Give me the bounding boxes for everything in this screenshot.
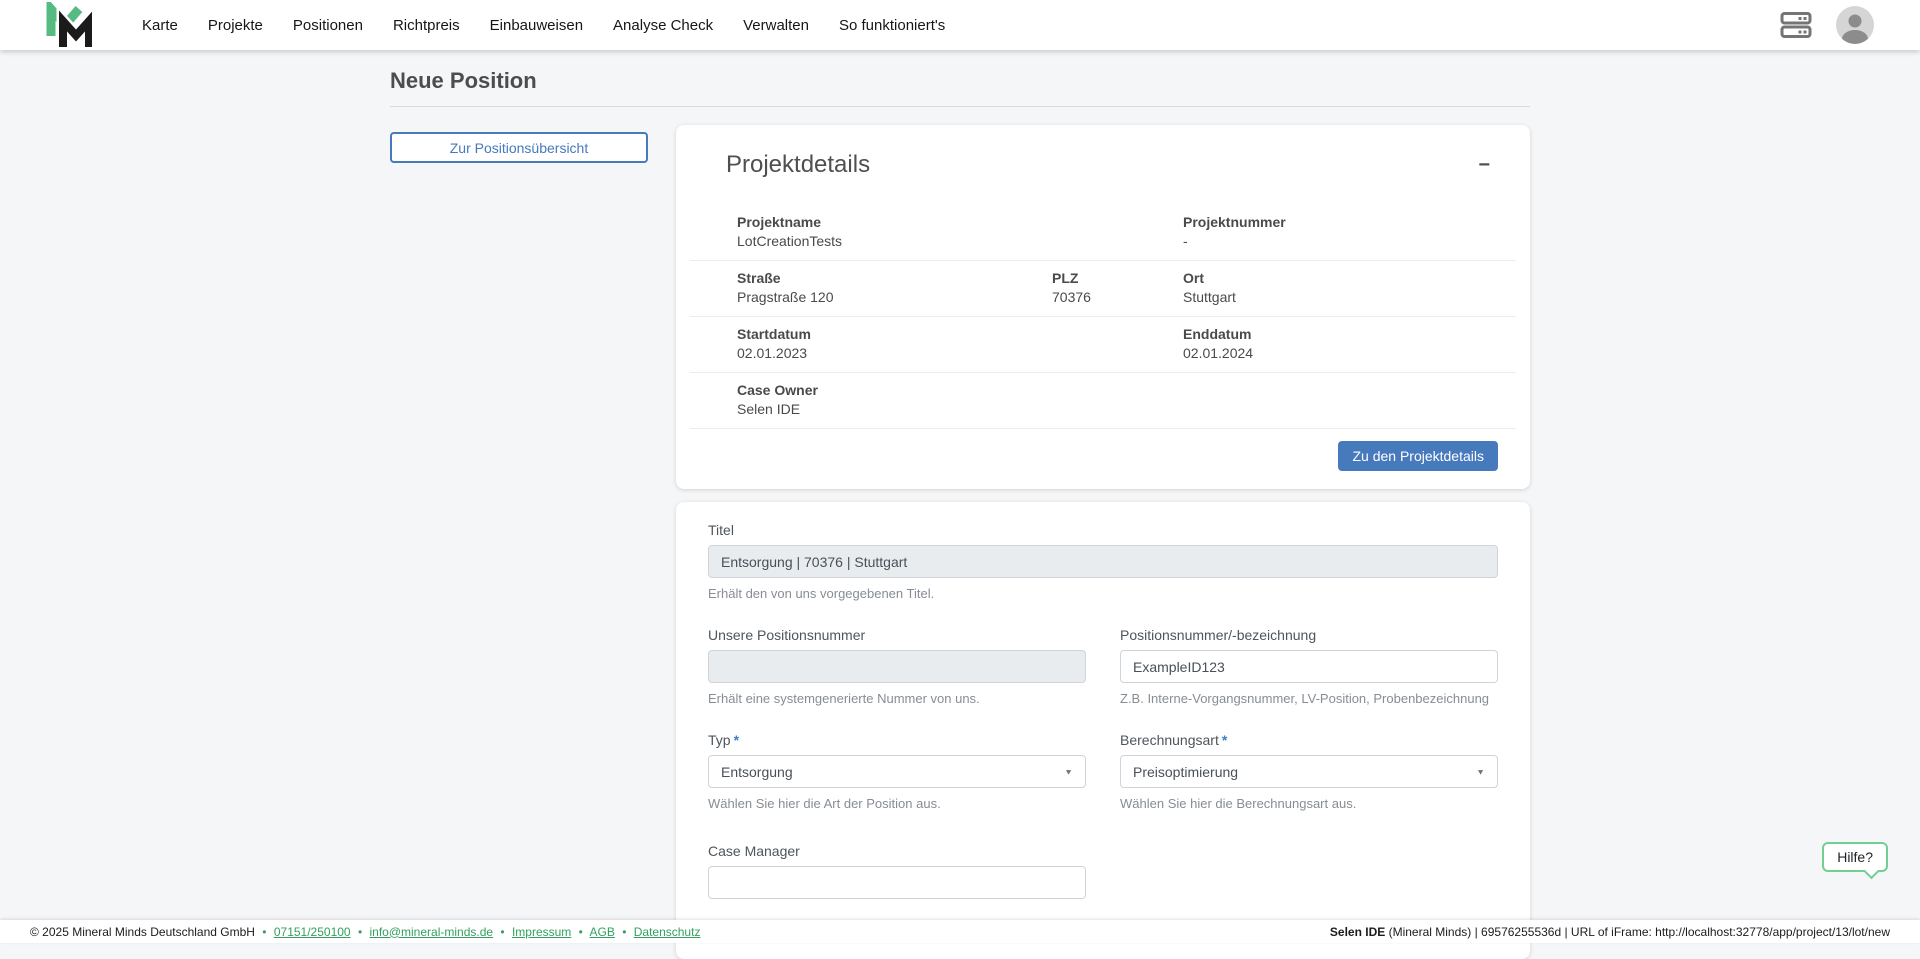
nav-item-richtpreis[interactable]: Richtpreis [393, 17, 460, 34]
storage-icon[interactable] [1780, 11, 1812, 39]
page-title: Neue Position [390, 68, 1530, 94]
project-details-card: Projektdetails − Projektname LotCreation… [676, 125, 1530, 489]
positionsnummer-label: Positionsnummer/-bezeichnung [1120, 627, 1498, 643]
footer-link-datenschutz[interactable]: Datenschutz [634, 925, 701, 939]
main-content: Neue Position Zur Positionsübersicht Pro… [390, 0, 1530, 959]
nav-item-positionen[interactable]: Positionen [293, 17, 363, 34]
mineral-minds-logo-icon[interactable] [44, 2, 92, 48]
user-avatar-icon[interactable] [1836, 6, 1874, 44]
right-column: Projektdetails − Projektname LotCreation… [676, 125, 1530, 959]
footer-link-email[interactable]: info@mineral-minds.de [369, 925, 493, 939]
help-bubble-tail [1864, 864, 1880, 880]
berechnungsart-select-value: Preisoptimierung [1133, 764, 1238, 780]
project-row-name-number: Projektname LotCreationTests Projektnumm… [690, 205, 1516, 261]
project-row-case-owner: Case Owner Selen IDE [690, 373, 1516, 429]
nav-item-karte[interactable]: Karte [142, 17, 178, 34]
projektnummer-label: Projektnummer [1183, 214, 1490, 231]
projektnummer-value: - [1183, 233, 1490, 250]
startdatum-value: 02.01.2023 [737, 345, 1183, 362]
chevron-down-icon: ▼ [1064, 767, 1073, 776]
plz-value: 70376 [1052, 289, 1183, 306]
nav-item-verwalten[interactable]: Verwalten [743, 17, 809, 34]
strasse-label: Straße [737, 270, 1052, 287]
unsere-positionsnummer-helper: Erhält eine systemgenerierte Nummer von … [708, 691, 1086, 706]
titel-label: Titel [708, 522, 1498, 538]
nav-item-analyse-check[interactable]: Analyse Check [613, 17, 713, 34]
session-user: Selen IDE [1330, 925, 1385, 939]
session-info: Selen IDE (Mineral Minds) | 69576255536d… [1330, 925, 1890, 939]
ort-value: Stuttgart [1183, 289, 1490, 306]
title-divider [390, 106, 1530, 107]
berechnungsart-select[interactable]: Preisoptimierung ▼ [1120, 755, 1498, 788]
footer: © 2025 Mineral Minds Deutschland GmbH • … [0, 920, 1920, 943]
titel-input [708, 545, 1498, 578]
left-column: Zur Positionsübersicht [390, 125, 648, 163]
unsere-positionsnummer-label: Unsere Positionsnummer [708, 627, 1086, 643]
typ-helper: Wählen Sie hier die Art der Position aus… [708, 796, 1086, 811]
case-owner-label: Case Owner [737, 382, 1490, 399]
positionsnummer-helper: Z.B. Interne-Vorgangsnummer, LV-Position… [1120, 691, 1498, 706]
navbar-right-icons [1780, 6, 1874, 44]
projektname-value: LotCreationTests [737, 233, 1183, 250]
case-manager-label: Case Manager [708, 843, 1086, 859]
titel-helper: Erhält den von uns vorgegebenen Titel. [708, 586, 1498, 601]
help-button-label: Hilfe? [1837, 849, 1873, 865]
footer-link-impressum[interactable]: Impressum [512, 925, 571, 939]
top-navbar: Karte Projekte Positionen Richtpreis Ein… [0, 0, 1920, 50]
position-form-card: Titel Erhält den von uns vorgegebenen Ti… [676, 502, 1530, 959]
case-owner-value: Selen IDE [737, 401, 1490, 418]
typ-select[interactable]: Entsorgung ▼ [708, 755, 1086, 788]
footer-link-agb[interactable]: AGB [590, 925, 615, 939]
copyright-text: © 2025 Mineral Minds Deutschland GmbH [30, 925, 255, 939]
case-manager-input[interactable] [708, 866, 1086, 899]
back-to-positions-button[interactable]: Zur Positionsübersicht [390, 132, 648, 163]
strasse-value: Pragstraße 120 [737, 289, 1052, 306]
required-asterisk: * [734, 732, 739, 748]
footer-link-phone[interactable]: 07151/250100 [274, 925, 351, 939]
collapse-icon[interactable]: − [1474, 155, 1494, 175]
startdatum-label: Startdatum [737, 326, 1183, 343]
session-details: (Mineral Minds) | 69576255536d | URL of … [1385, 925, 1890, 939]
nav-item-so-funktionierts[interactable]: So funktioniert's [839, 17, 945, 34]
unsere-positionsnummer-input [708, 650, 1086, 683]
typ-select-value: Entsorgung [721, 764, 793, 780]
footer-left: © 2025 Mineral Minds Deutschland GmbH • … [30, 925, 700, 939]
ort-label: Ort [1183, 270, 1490, 287]
go-to-project-details-button[interactable]: Zu den Projektdetails [1338, 441, 1498, 471]
berechnungsart-label: Berechnungsart* [1120, 732, 1498, 748]
berechnungsart-helper: Wählen Sie hier die Berechnungsart aus. [1120, 796, 1498, 811]
project-row-dates: Startdatum 02.01.2023 Enddatum 02.01.202… [690, 317, 1516, 373]
required-asterisk: * [1222, 732, 1227, 748]
positionsnummer-input[interactable] [1120, 650, 1498, 683]
enddatum-label: Enddatum [1183, 326, 1490, 343]
typ-label: Typ* [708, 732, 1086, 748]
project-details-title: Projektdetails [726, 151, 870, 179]
help-button[interactable]: Hilfe? [1822, 842, 1888, 872]
main-menu: Karte Projekte Positionen Richtpreis Ein… [142, 17, 945, 34]
plz-label: PLZ [1052, 270, 1183, 287]
nav-item-projekte[interactable]: Projekte [208, 17, 263, 34]
projektname-label: Projektname [737, 214, 1183, 231]
project-row-address: Straße Pragstraße 120 PLZ 70376 Ort Stut… [690, 261, 1516, 317]
chevron-down-icon: ▼ [1476, 767, 1485, 776]
enddatum-value: 02.01.2024 [1183, 345, 1490, 362]
nav-item-einbauweisen[interactable]: Einbauweisen [490, 17, 583, 34]
